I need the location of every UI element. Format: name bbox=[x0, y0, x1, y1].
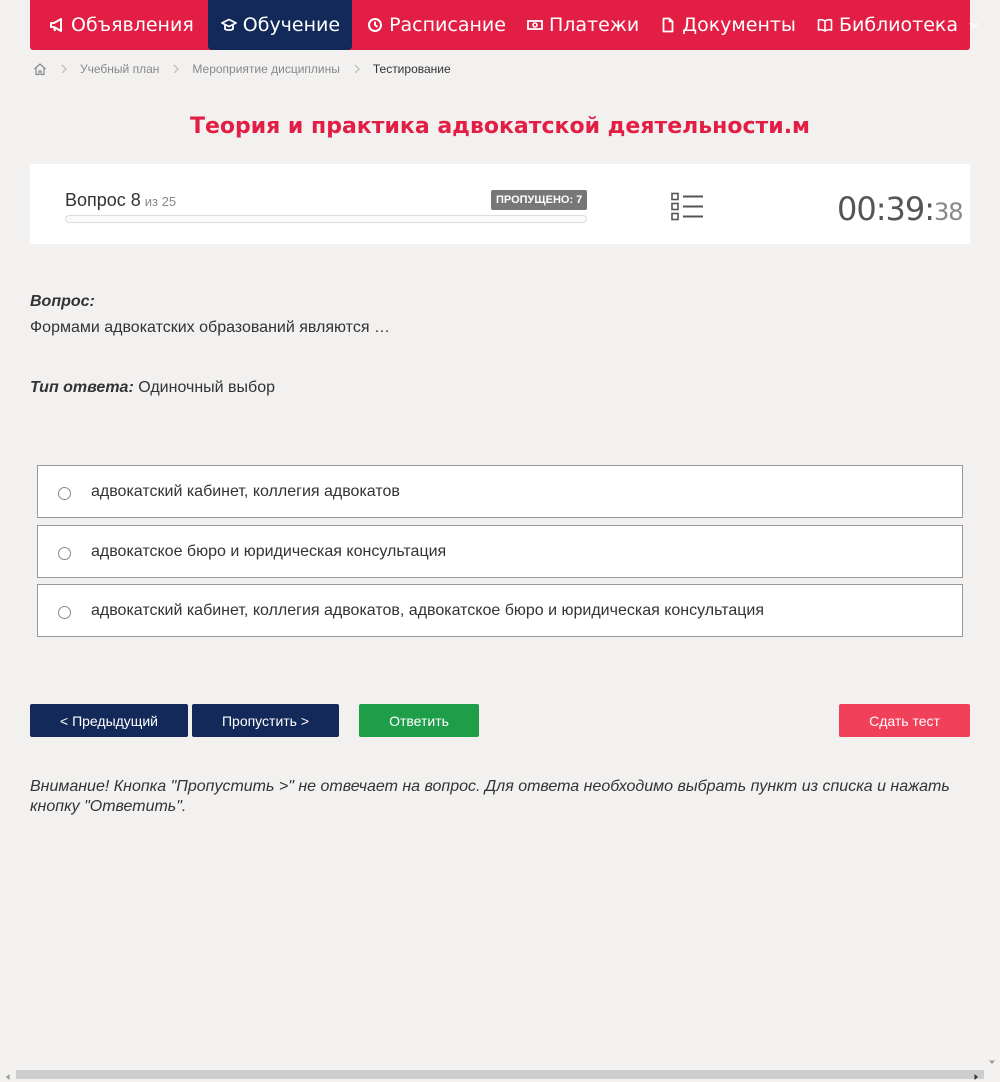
nav-item-label: Библиотека bbox=[838, 14, 959, 36]
breadcrumb-item-current: Тестирование bbox=[372, 62, 451, 76]
finish-test-button[interactable]: Сдать тест bbox=[839, 704, 970, 737]
answer-type-value: Одиночный выбор bbox=[138, 379, 275, 396]
radio-button[interactable] bbox=[58, 546, 71, 560]
countdown-timer: 00:39:38 bbox=[837, 190, 964, 228]
answer-option[interactable]: адвокатский кабинет, коллегия адвокатов,… bbox=[37, 584, 963, 637]
scrollbar-thumb[interactable] bbox=[16, 1070, 984, 1079]
question-status-panel: Вопрос 8 из 25 ПРОПУЩЕНО: 7 00:39:38 bbox=[30, 164, 970, 244]
answer-option-text: адвокатское бюро и юридическая консульта… bbox=[91, 542, 447, 560]
nav-item-payments[interactable]: Платежи bbox=[516, 0, 649, 50]
skipped-badge: ПРОПУЩЕНО: 7 bbox=[491, 190, 588, 210]
chevron-down-icon bbox=[968, 19, 980, 31]
question-heading: Вопрос: bbox=[30, 293, 95, 310]
nav-item-schedule[interactable]: Расписание bbox=[356, 0, 516, 50]
progress-bar bbox=[65, 215, 587, 223]
megaphone-icon bbox=[48, 16, 66, 34]
scroll-right-arrow-icon[interactable] bbox=[971, 1069, 981, 1080]
question-total: из 25 bbox=[144, 194, 177, 209]
clock-icon bbox=[366, 16, 384, 34]
previous-button[interactable]: < Предыдущий bbox=[30, 704, 188, 737]
nav-item-label: Объявления bbox=[71, 14, 194, 36]
breadcrumb-item-event[interactable]: Мероприятие дисциплины bbox=[192, 62, 339, 76]
breadcrumb-item-curriculum[interactable]: Учебный план bbox=[80, 62, 159, 76]
home-icon[interactable] bbox=[33, 62, 47, 76]
answer-type-label: Тип ответа: bbox=[30, 379, 134, 396]
answer-option-text: адвокатский кабинет, коллегия адвокатов bbox=[91, 482, 400, 500]
document-icon bbox=[659, 16, 677, 34]
chevron-right-icon bbox=[352, 64, 362, 74]
radio-button[interactable] bbox=[58, 486, 71, 500]
breadcrumb: Учебный план Мероприятие дисциплины Тест… bbox=[33, 62, 451, 76]
graduation-cap-icon bbox=[220, 16, 238, 34]
timer-main: 00:39: bbox=[837, 190, 935, 228]
nav-item-documents[interactable]: Документы bbox=[649, 0, 806, 50]
page-title: Теория и практика адвокатской деятельнос… bbox=[189, 114, 811, 139]
answer-option[interactable]: адвокатское бюро и юридическая консульта… bbox=[37, 525, 963, 578]
horizontal-scrollbar[interactable] bbox=[0, 1066, 1000, 1082]
scroll-left-arrow-icon[interactable] bbox=[3, 1069, 13, 1080]
nav-item-announcements[interactable]: Объявления bbox=[38, 0, 204, 50]
question-text: Формами адвокатских образований являются… bbox=[30, 319, 390, 336]
scroll-down-arrow-icon[interactable] bbox=[987, 1054, 997, 1064]
warning-note: Внимание! Кнопка "Пропустить >" не отвеч… bbox=[30, 778, 950, 815]
nav-item-label: Платежи bbox=[548, 14, 640, 36]
nav-item-label: Документы bbox=[682, 14, 796, 36]
question-number: Вопрос 8 bbox=[65, 190, 141, 210]
skip-button[interactable]: Пропустить > bbox=[192, 704, 339, 737]
top-navbar: Объявления Обучение Расписание Платежи Д… bbox=[30, 0, 979, 50]
answer-button[interactable]: Ответить bbox=[359, 704, 479, 737]
answer-option-text: адвокатский кабинет, коллегия адвокатов,… bbox=[91, 601, 764, 619]
nav-item-learning[interactable]: Обучение bbox=[207, 0, 353, 50]
radio-button[interactable] bbox=[58, 605, 71, 619]
nav-item-label: Расписание bbox=[389, 14, 506, 36]
chevron-right-icon bbox=[171, 64, 181, 74]
question-counter: Вопрос 8 из 25 bbox=[65, 190, 176, 211]
book-icon bbox=[816, 16, 834, 34]
nav-item-library[interactable]: Библиотека bbox=[806, 0, 990, 50]
answer-option[interactable]: адвокатский кабинет, коллегия адвокатов bbox=[37, 465, 963, 518]
question-list-icon[interactable] bbox=[671, 192, 705, 222]
money-icon bbox=[526, 16, 544, 34]
answer-type: Тип ответа: Одиночный выбор bbox=[30, 379, 275, 397]
timer-seconds: 38 bbox=[934, 198, 964, 226]
chevron-right-icon bbox=[59, 64, 69, 74]
nav-item-label: Обучение bbox=[242, 14, 341, 36]
